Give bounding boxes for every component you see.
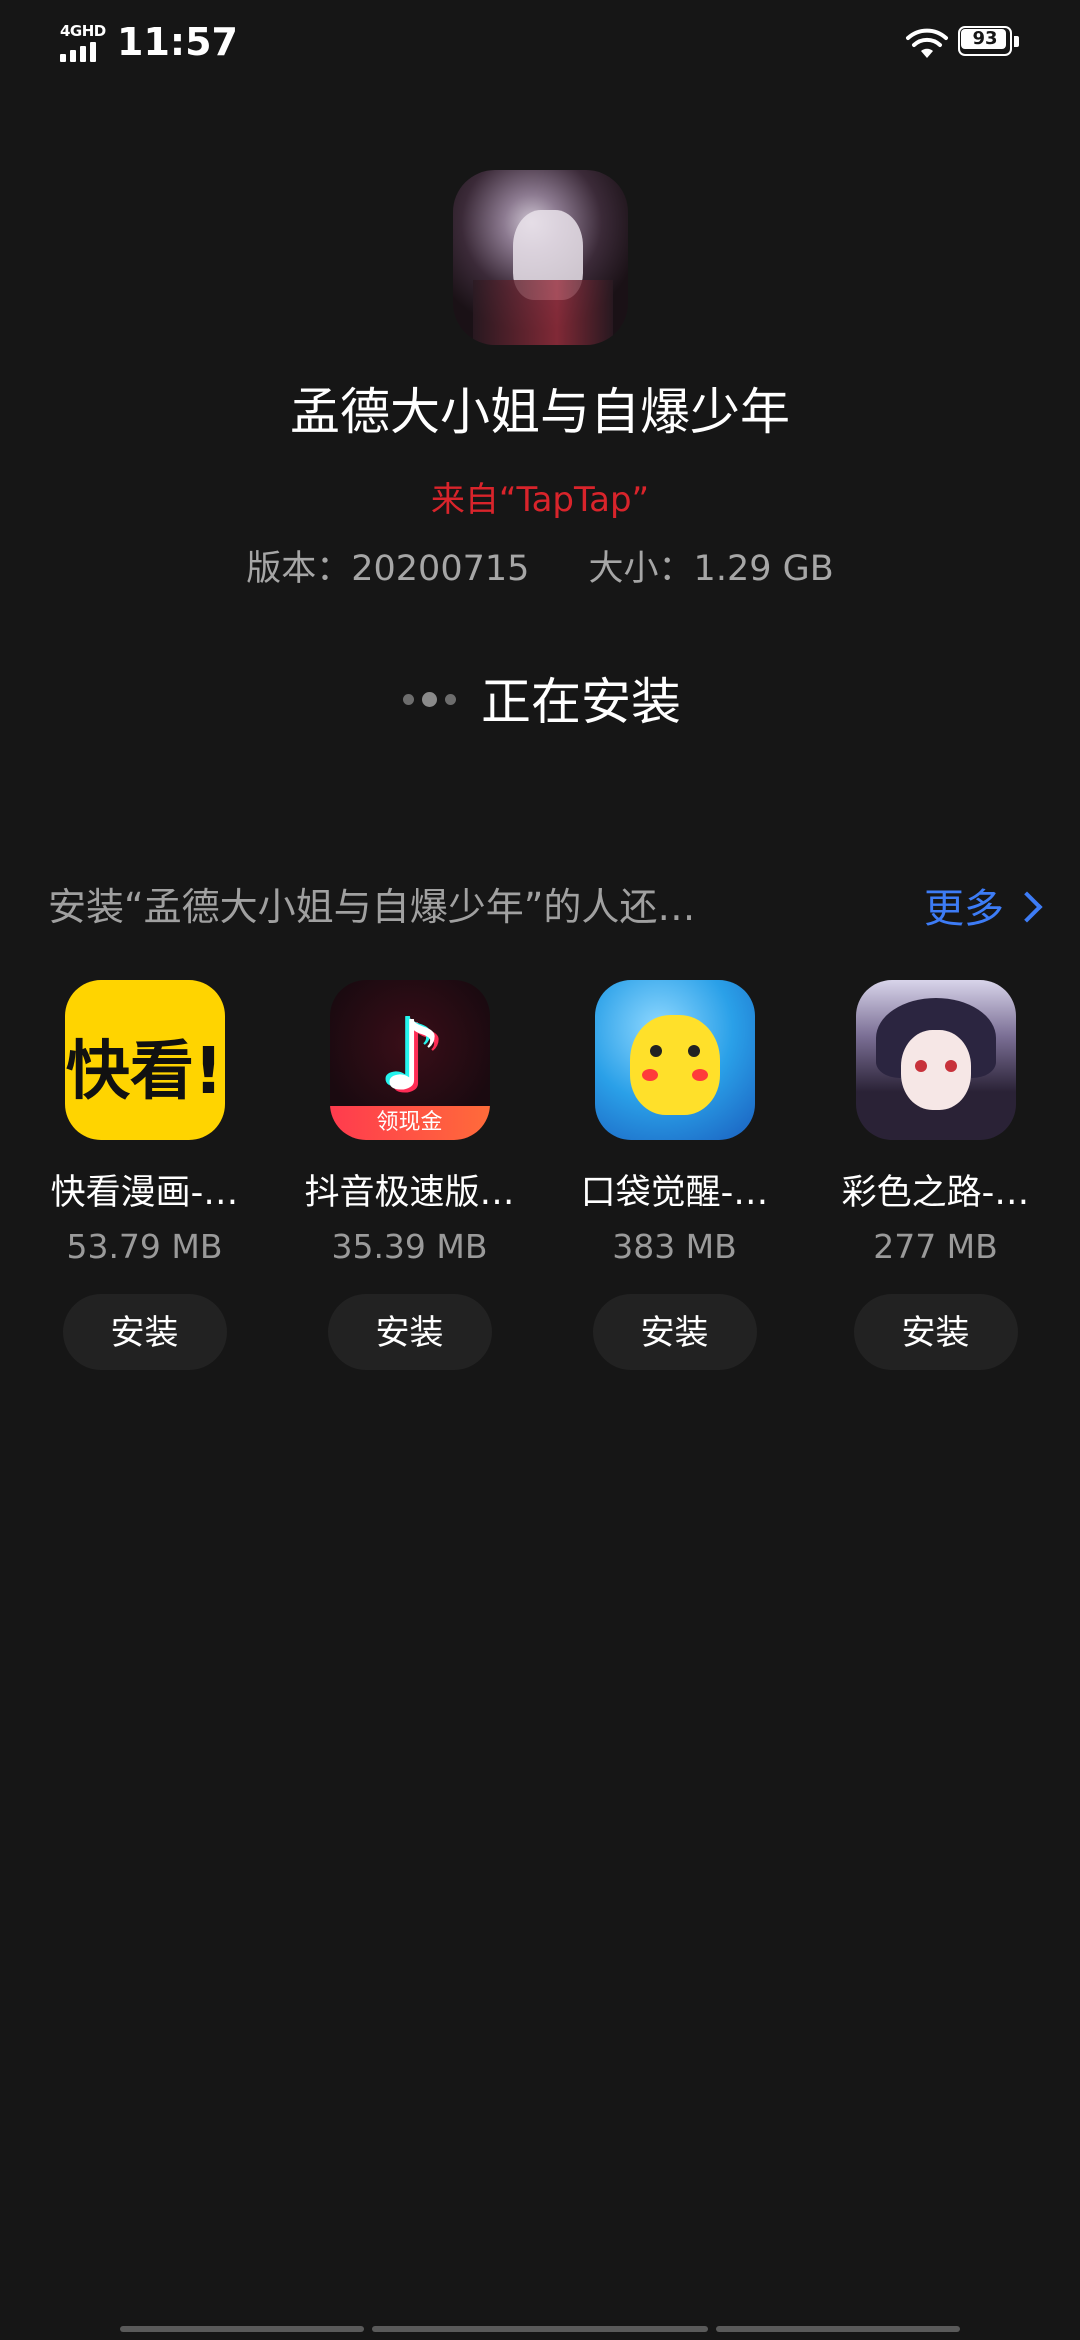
install-button[interactable]: 安装	[853, 1294, 1018, 1370]
recommendations-header: 安装“孟德大小姐与自爆少年”的人还… 更多	[48, 876, 1043, 936]
app-name: 彩色之路-…	[841, 1173, 1030, 1213]
list-item[interactable]: 彩色之路-… 277 MB 安装	[803, 980, 1068, 1370]
app-size: 383 MB	[612, 1227, 737, 1266]
app-size: 53.79 MB	[66, 1227, 223, 1266]
chevron-right-icon	[1011, 891, 1043, 923]
app-name: 抖音极速版…	[304, 1173, 515, 1213]
app-title: 孟德大小姐与自爆少年	[290, 383, 790, 441]
clock: 11:57	[117, 20, 238, 64]
battery-icon: 93	[958, 26, 1020, 58]
loading-dots-icon	[399, 689, 460, 708]
install-button[interactable]: 安装	[592, 1294, 757, 1370]
nav-segment[interactable]	[120, 2326, 364, 2332]
app-icon	[453, 170, 628, 345]
install-status: 正在安装	[0, 662, 1080, 734]
list-item[interactable]: ♪ 领现金 抖音极速版… 35.39 MB 安装	[277, 980, 542, 1370]
more-link[interactable]: 更多	[924, 876, 1043, 934]
more-label: 更多	[924, 886, 1004, 932]
navigation-bar	[0, 2326, 1080, 2334]
caise-icon[interactable]	[855, 980, 1016, 1140]
list-item[interactable]: 快看! 快看漫画-… 53.79 MB 安装	[12, 980, 277, 1370]
app-size: 277 MB	[873, 1227, 998, 1266]
install-status-label: 正在安装	[481, 673, 682, 731]
app-name: 快看漫画-…	[50, 1173, 239, 1213]
app-source: 来自“TapTap”	[430, 480, 650, 520]
app-size: 大小：1.29 GB	[588, 549, 834, 589]
nav-segment[interactable]	[716, 2326, 960, 2332]
pokemon-icon[interactable]	[594, 980, 755, 1140]
install-button[interactable]: 安装	[62, 1294, 227, 1370]
app-size: 35.39 MB	[331, 1227, 488, 1266]
recommendations-list: 快看! 快看漫画-… 53.79 MB 安装 ♪ 领现金 抖音极速版… 35.3…	[0, 980, 1080, 1400]
kuaikan-icon[interactable]: 快看!	[64, 980, 225, 1140]
wifi-icon	[906, 28, 948, 58]
status-bar: 4GHD 11:57 93	[0, 0, 1080, 90]
kuaikan-icon-text: 快看!	[65, 1035, 224, 1109]
recommendations-title: 安装“孟德大小姐与自爆少年”的人还…	[48, 885, 696, 929]
install-button[interactable]: 安装	[327, 1294, 492, 1370]
douyin-icon[interactable]: ♪ 领现金	[329, 980, 490, 1140]
list-item[interactable]: 口袋觉醒-… 383 MB 安装	[542, 980, 807, 1370]
battery-level: 93	[972, 28, 998, 49]
cellular-signal-icon: 4GHD	[60, 22, 106, 62]
douyin-icon-text: 领现金	[329, 1106, 490, 1140]
app-name: 口袋觉醒-…	[580, 1173, 769, 1213]
app-meta: 版本：20200715 大小：1.29 GB	[0, 540, 1080, 591]
network-type-label: 4GHD	[60, 22, 106, 40]
app-version: 版本：20200715	[246, 549, 530, 589]
nav-segment[interactable]	[372, 2326, 708, 2332]
